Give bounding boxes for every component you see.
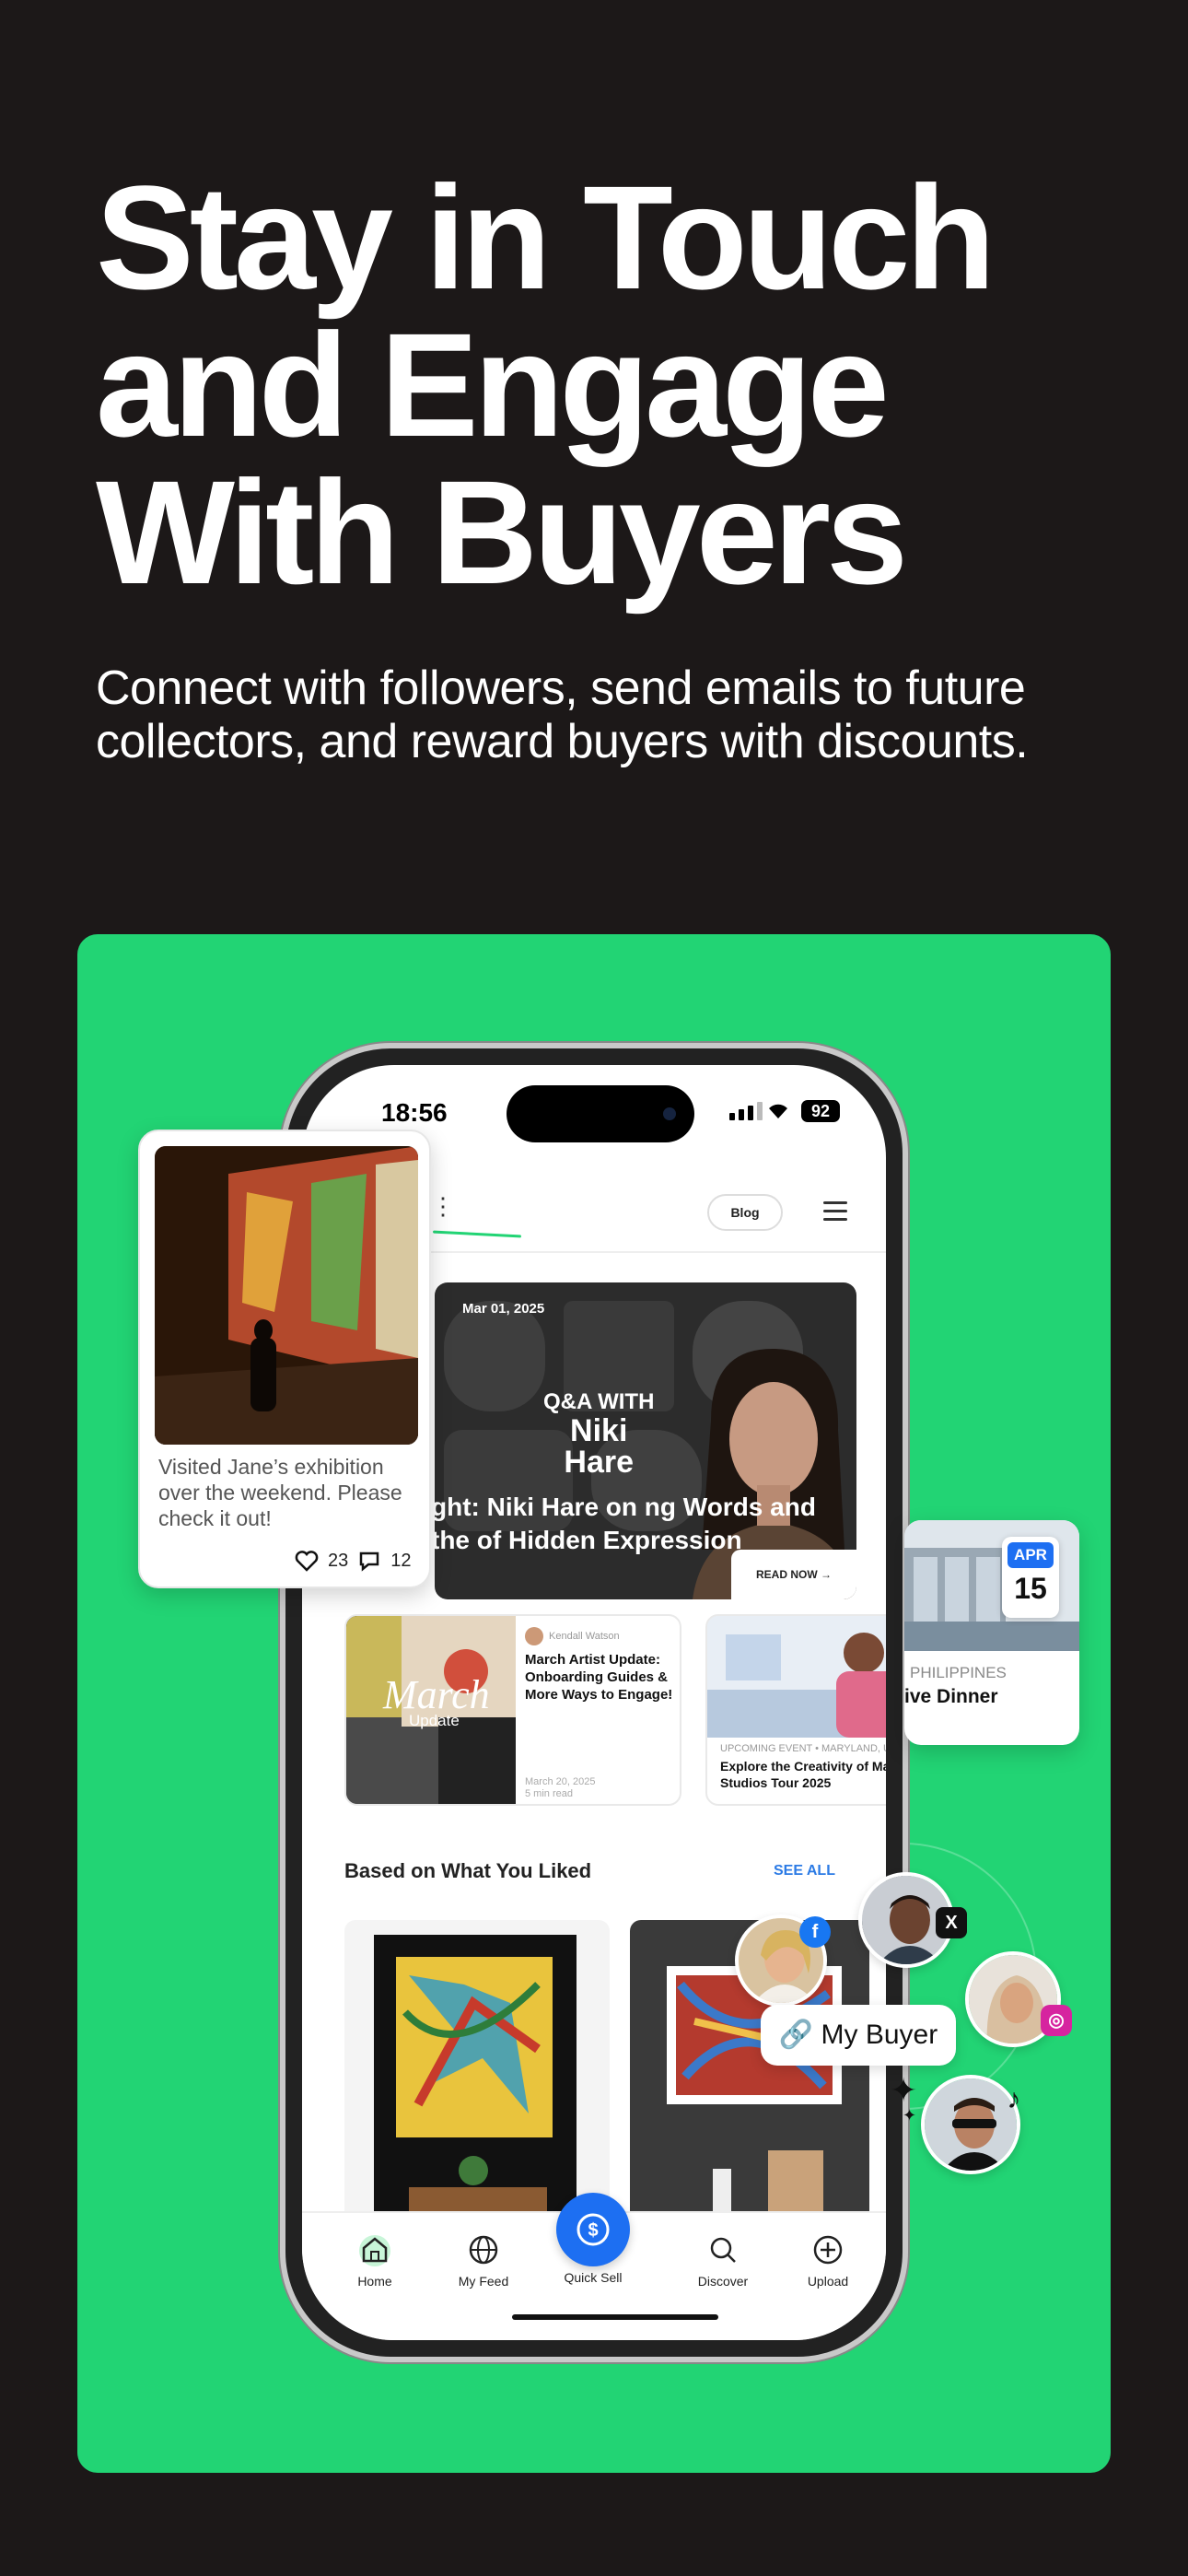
globe-icon	[469, 2235, 498, 2265]
signal-icon	[729, 1102, 763, 1120]
exhibition-photo	[155, 1146, 418, 1445]
nav-upload[interactable]: Upload	[777, 2233, 879, 2289]
article-read-time: 5 min read	[525, 1788, 573, 1799]
home-indicator	[512, 2314, 718, 2320]
home-icon	[362, 2237, 388, 2263]
tiktok-icon: ♪	[1007, 2084, 1021, 2114]
hero-title-line: With Buyers	[96, 450, 908, 615]
event-article-title: Explore the Creativity of Ma Studios Tou…	[720, 1759, 886, 1790]
article-title: March Artist Update: Onboarding Guides &…	[525, 1652, 673, 1703]
calendar-badge: APR 15	[1002, 1537, 1059, 1618]
article-author: Kendall Watson	[525, 1627, 620, 1645]
event-meta: UPCOMING EVENT • MARYLAND, U	[720, 1743, 886, 1754]
event-month: APR	[1007, 1542, 1054, 1568]
article-date-text: March 20, 2025	[525, 1776, 596, 1787]
event-card[interactable]: APR 15 PHILIPPINES ive Dinner	[904, 1520, 1079, 1745]
article-thumbnail: March Update	[346, 1616, 516, 1804]
hamburger-menu-icon[interactable]	[823, 1201, 847, 1226]
hero-title-line: and Engage	[96, 302, 890, 467]
sparkle-icon: ✦	[890, 2071, 918, 2109]
logo-mark-icon: ⋮	[431, 1192, 455, 1220]
feature-headline: ght: Niki Hare on ng Words and the of Hi…	[435, 1493, 816, 1554]
bottom-navigation: Home My Feed $ Quick Sell Discover Uploa…	[302, 2193, 886, 2340]
hero-subtitle: Connect with followers, send emails to f…	[96, 662, 1029, 768]
event-article-card[interactable]: UPCOMING EVENT • MARYLAND, U Explore the…	[705, 1614, 886, 1806]
facebook-icon: f	[799, 1916, 831, 1948]
blog-button[interactable]: Blog	[707, 1194, 783, 1231]
see-all-link[interactable]: SEE ALL	[774, 1863, 835, 1879]
interviewee-name-first: Niki	[570, 1413, 628, 1448]
nav-my-feed[interactable]: My Feed	[433, 2233, 534, 2289]
nav-discover[interactable]: Discover	[672, 2233, 774, 2289]
event-article-thumbnail	[707, 1616, 886, 1738]
quick-sell-label: Quick Sell	[564, 2270, 623, 2285]
heart-icon[interactable]	[295, 1550, 319, 1572]
instagram-icon: ◎	[1041, 2005, 1072, 2036]
svg-text:$: $	[588, 2220, 598, 2241]
my-buyer-label: My Buyer	[821, 2020, 938, 2050]
dynamic-island	[507, 1085, 694, 1142]
battery-indicator: 92	[801, 1100, 840, 1122]
hero-title: Stay in Touch and Engage With Buyers	[96, 164, 1109, 606]
post-engagement: 23 12	[295, 1550, 412, 1572]
event-location: PHILIPPINES	[910, 1664, 1007, 1681]
section-title: Based on What You Liked	[344, 1859, 592, 1882]
wifi-icon	[764, 1098, 792, 1127]
post-caption: Visited Jane’s exhibition over the weeke…	[158, 1455, 402, 1530]
feature-date: Mar 01, 2025	[462, 1301, 545, 1317]
comment-icon[interactable]	[357, 1550, 381, 1572]
artwork-image	[374, 1935, 577, 2224]
x-icon: X	[936, 1907, 967, 1938]
featured-article-card[interactable]: Mar 01, 2025 Q&A WITH Niki Hare ght: Nik…	[435, 1282, 856, 1599]
search-icon	[710, 2237, 736, 2263]
social-post-card[interactable]: Visited Jane’s exhibition over the weeke…	[138, 1130, 431, 1588]
quick-sell-button[interactable]: $	[556, 2193, 630, 2266]
nav-home-label: Home	[357, 2274, 392, 2289]
my-buyer-tag[interactable]: 🔗 My Buyer	[761, 2005, 956, 2066]
event-day: 15	[1014, 1572, 1047, 1605]
status-time: 18:56	[381, 1098, 448, 1127]
dollar-icon: $	[577, 2213, 610, 2246]
article-date: March 20, 2025 5 min read	[525, 1776, 595, 1800]
nav-home[interactable]: Home	[324, 2233, 425, 2289]
link-icon: 🔗	[778, 2020, 814, 2050]
author-name: Kendall Watson	[549, 1631, 620, 1642]
feature-qa-label: Q&A WITH Niki Hare	[543, 1389, 654, 1478]
nav-upload-label: Upload	[807, 2274, 849, 2289]
nav-feed-label: My Feed	[458, 2274, 509, 2289]
nav-discover-label: Discover	[697, 2274, 749, 2289]
comment-count: 12	[390, 1550, 412, 1571]
article-card[interactable]: March Update Kendall Watson March Artist…	[344, 1614, 681, 1806]
plus-circle-icon	[813, 2235, 843, 2265]
like-count: 23	[328, 1550, 349, 1571]
qa-prefix: Q&A WITH	[543, 1389, 655, 1414]
logo-underline	[432, 1230, 522, 1238]
sparkle-icon: ✦	[903, 2106, 917, 2125]
hero-title-line: Stay in Touch	[96, 155, 996, 320]
camera-dot	[663, 1107, 676, 1120]
author-avatar	[525, 1627, 543, 1645]
interviewee-name-last: Hare	[564, 1445, 635, 1480]
artwork-card[interactable]	[344, 1920, 610, 2224]
event-title: ive Dinner	[904, 1686, 998, 1707]
thumbnail-subtitle: Update	[409, 1712, 460, 1729]
read-now-button[interactable]: READ NOW →	[731, 1550, 856, 1599]
